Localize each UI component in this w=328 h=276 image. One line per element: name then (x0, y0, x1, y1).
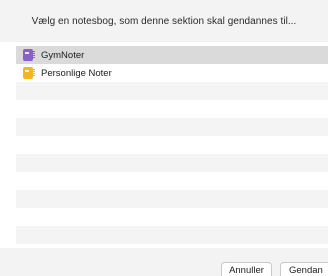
list-row-empty (16, 118, 328, 136)
cancel-button[interactable]: Annuller (221, 262, 272, 276)
dialog-footer (0, 248, 328, 276)
notebook-icon (23, 49, 35, 61)
list-row-empty (16, 190, 328, 208)
notebook-item-gymnoter[interactable]: GymNoter (16, 46, 328, 64)
notebook-label: GymNoter (41, 49, 85, 61)
list-row-empty (16, 154, 328, 172)
notebook-item-personlige-noter[interactable]: Personlige Noter (16, 64, 328, 82)
notebook-list[interactable]: GymNoter Personlige Noter (16, 46, 328, 244)
list-row-empty (16, 82, 328, 100)
restore-button[interactable]: Gendan (280, 262, 328, 276)
dialog-header: Vælg en notesbog, som denne sektion skal… (0, 0, 328, 42)
notebook-icon (23, 67, 35, 79)
list-row-empty (16, 172, 328, 190)
notebook-label: Personlige Noter (41, 67, 112, 79)
list-row-empty (16, 208, 328, 226)
dialog-title: Vælg en notesbog, som denne sektion skal… (31, 15, 297, 27)
list-row-empty (16, 226, 328, 244)
list-row-empty (16, 136, 328, 154)
list-row-empty (16, 100, 328, 118)
